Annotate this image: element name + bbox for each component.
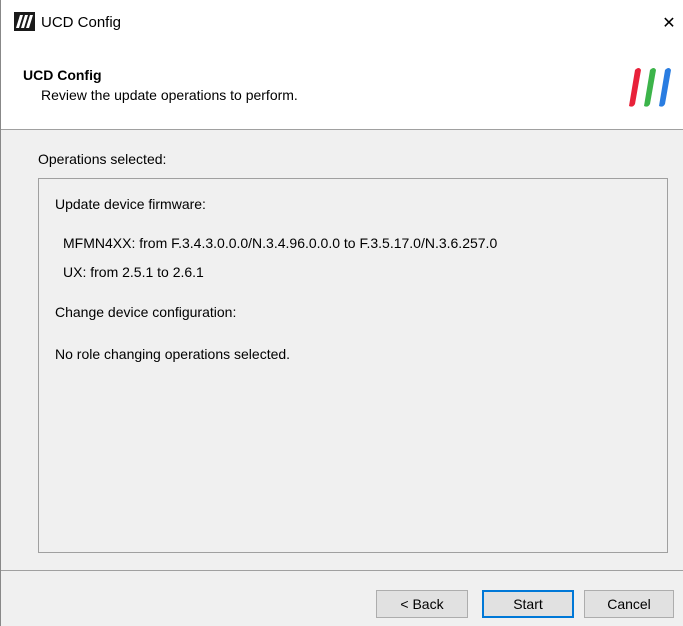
dialog-window: UCD Config ✕ UCD Config Review the updat…	[0, 0, 683, 626]
footer-divider	[1, 570, 683, 571]
wizard-header: UCD Config Review the update operations …	[1, 46, 683, 130]
operations-summary-box: Update device firmware: MFMN4XX: from F.…	[38, 178, 668, 553]
brand-stripes-logo	[627, 64, 673, 112]
firmware-heading: Update device firmware:	[55, 196, 206, 212]
title-bar: UCD Config ✕	[1, 0, 683, 46]
config-item: No role changing operations selected.	[55, 346, 291, 362]
page-subtitle: Review the update operations to perform.	[41, 87, 298, 103]
firmware-item: UX: from 2.5.1 to 2.6.1	[63, 264, 204, 280]
back-button[interactable]: < Back	[376, 590, 468, 618]
operations-label: Operations selected:	[38, 151, 167, 167]
close-button[interactable]: ✕	[654, 0, 683, 46]
close-icon: ✕	[662, 15, 676, 32]
cancel-button[interactable]: Cancel	[584, 590, 674, 618]
page-title: UCD Config	[23, 67, 102, 83]
firmware-item: MFMN4XX: from F.3.4.3.0.0.0/N.3.4.96.0.0…	[63, 235, 498, 251]
window-title: UCD Config	[41, 14, 122, 31]
start-button[interactable]: Start	[482, 590, 574, 618]
app-icon	[14, 12, 35, 31]
config-heading: Change device configuration:	[55, 304, 237, 320]
